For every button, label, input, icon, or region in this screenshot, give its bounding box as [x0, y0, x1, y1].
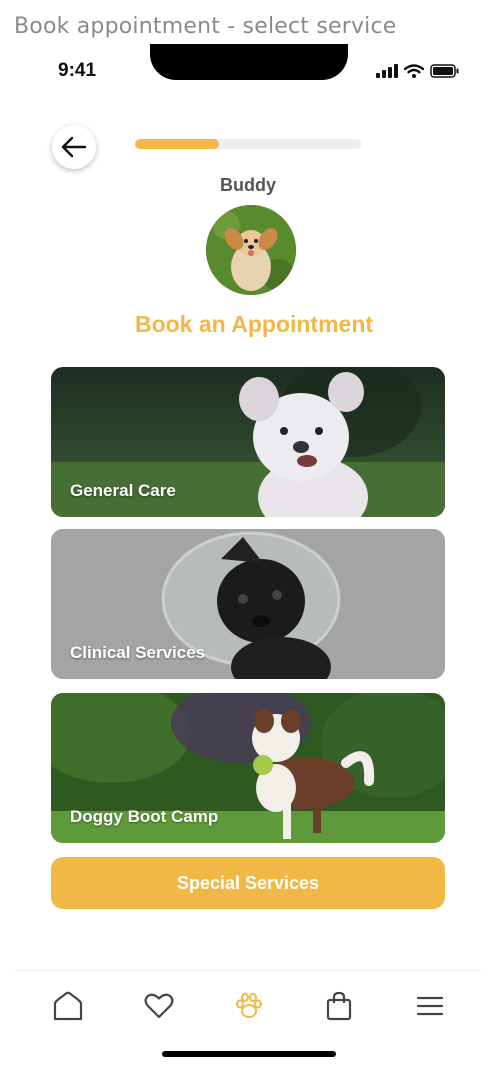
special-services-button[interactable]: Special Services — [51, 857, 445, 909]
status-icons — [376, 64, 460, 78]
screen-caption: Book appointment - select service — [14, 14, 397, 39]
service-label: Doggy Boot Camp — [70, 807, 219, 826]
nav-shop[interactable] — [317, 984, 361, 1028]
nav-home[interactable] — [46, 984, 90, 1028]
service-label: Clinical Services — [70, 643, 206, 662]
booking-progress-fill — [135, 139, 219, 149]
service-card-clinical-services[interactable]: Clinical Services — [51, 529, 445, 679]
nav-menu[interactable] — [408, 984, 452, 1028]
device-notch — [150, 44, 348, 80]
page-title: Book an Appointment — [134, 311, 374, 337]
signal-icon — [376, 64, 398, 78]
service-card-doggy-boot-camp[interactable]: Doggy Boot Camp — [51, 693, 445, 843]
dog-photo — [206, 205, 296, 295]
service-card-general-care[interactable]: General Care — [51, 367, 445, 517]
nav-favorites[interactable] — [137, 984, 181, 1028]
service-label: General Care — [70, 481, 176, 500]
home-indicator — [162, 1051, 336, 1057]
booking-progress-bar — [135, 139, 362, 149]
status-time: 9:41 — [58, 60, 97, 81]
status-bar: 9:41 — [0, 44, 496, 104]
nav-divider — [14, 970, 482, 971]
back-button[interactable] — [52, 125, 96, 169]
pet-avatar[interactable] — [206, 205, 296, 295]
home-icon — [53, 991, 83, 1021]
wifi-icon — [404, 64, 424, 78]
pet-name: Buddy — [220, 175, 276, 195]
paw-icon — [236, 992, 262, 1018]
shopping-bag-icon — [326, 991, 352, 1021]
heart-icon — [144, 993, 174, 1019]
nav-paw[interactable] — [227, 984, 271, 1028]
battery-icon — [430, 64, 459, 78]
menu-icon — [417, 996, 443, 1016]
bottom-nav — [0, 984, 496, 1030]
arrow-left-icon — [61, 136, 87, 158]
